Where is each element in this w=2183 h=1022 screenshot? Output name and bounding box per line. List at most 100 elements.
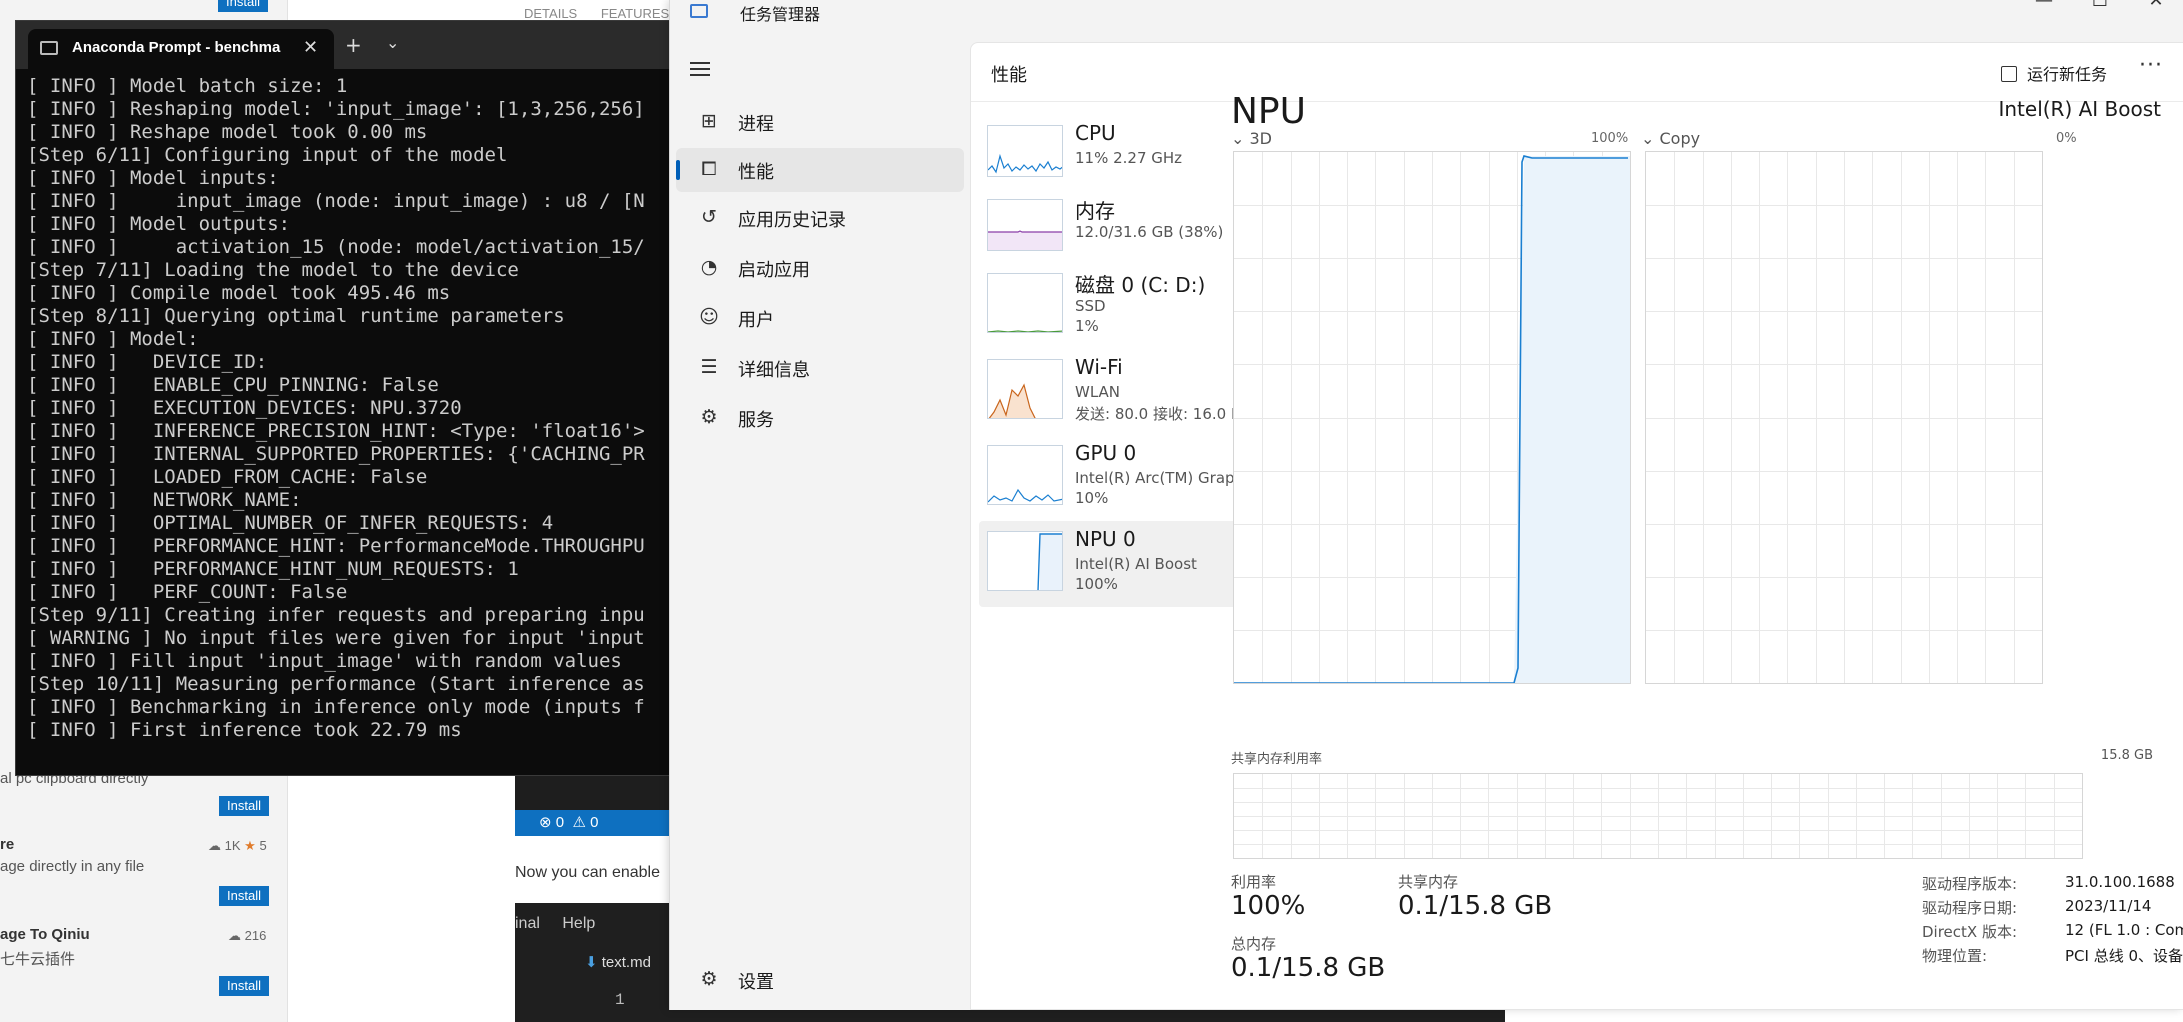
chevron-down-icon[interactable]: ⌄ [386, 33, 399, 52]
device-name: Wi-Fi [1075, 355, 1123, 379]
total-memory-label: 总内存 [1231, 935, 1277, 953]
nav-services[interactable]: ⚙ 服务 [676, 396, 964, 440]
editor-tab-label: text.md [601, 954, 651, 971]
window-titlebar: 任务管理器 — ☐ ✕ [670, 0, 2183, 26]
utilization-area [1514, 156, 1630, 683]
maximize-icon[interactable]: ☐ [2072, 0, 2128, 11]
shared-memory-max: 15.8 GB [2100, 748, 2153, 763]
terminal-line: [ INFO ] NETWORK_NAME: [27, 489, 302, 511]
nav-app-history[interactable]: ↺ 应用历史记录 [676, 196, 964, 240]
device-usage: 100% [1075, 575, 1118, 593]
nav-processes[interactable]: ⊞ 进程 [676, 100, 964, 144]
sparkline-fill [1040, 534, 1062, 590]
install-button[interactable]: Install [219, 796, 269, 816]
nav-label: 启动应用 [738, 260, 810, 281]
nav-details[interactable]: ☰ 详细信息 [676, 346, 964, 390]
terminal-line: [ INFO ] OPTIMAL_NUMBER_OF_INFER_REQUEST… [27, 512, 554, 534]
device-name: GPU 0 [1075, 441, 1137, 465]
menu-bar: inal Help [515, 915, 613, 933]
terminal-line: [Step 9/11] Creating infer requests and … [27, 604, 645, 626]
install-button[interactable]: Install [219, 976, 269, 996]
nav-performance[interactable]: ⧠ 性能 [676, 148, 964, 192]
extension-title: re [0, 836, 15, 853]
terminal-line: [ WARNING ] No input files were given fo… [27, 627, 645, 649]
nav-settings[interactable]: ⚙ 设置 [676, 958, 964, 1002]
terminal-line: [ INFO ] Reshape model took 0.00 ms [27, 121, 428, 143]
chevron-down-icon: ⌄ [1641, 129, 1655, 148]
extension-stats: ☁ 216 [228, 928, 266, 944]
terminal-line: [ INFO ] Fill input 'input_image' with r… [27, 650, 622, 672]
download-icon: ☁ [228, 928, 241, 943]
warning-count: 0 [590, 814, 599, 831]
terminal-line: [ INFO ] INFERENCE_PRECISION_HINT: <Type… [27, 420, 645, 442]
task-manager-window: 任务管理器 — ☐ ✕ ⊞ 进程 ⧠ 性能 ↺ 应用历史记录 ◔ 启动应用 ☺ 用户… [669, 0, 2183, 1010]
graph-selector-copy[interactable]: ⌄ Copy [1641, 129, 1700, 148]
device-name: NPU 0 [1075, 527, 1136, 551]
gpu-sparkline [988, 488, 1062, 503]
grid-icon: ⊞ [701, 110, 717, 132]
editor-tab[interactable]: ⬇ text.md [585, 953, 651, 971]
task-manager-icon [690, 4, 708, 18]
physical-location-key: 物理位置: [1922, 947, 1988, 965]
directx-version-key: DirectX 版本: [1922, 923, 2018, 941]
users-icon: ☺ [699, 306, 719, 328]
terminal-line: [ INFO ] PERFORMANCE_HINT_NUM_REQUESTS: … [27, 558, 519, 580]
terminal-line: [ INFO ] EXECUTION_DEVICES: NPU.3720 [27, 397, 462, 419]
new-task-icon [2001, 66, 2017, 82]
extension-stats: ☁ 1K ★ 5 [208, 838, 267, 854]
close-icon[interactable]: ✕ [2128, 0, 2183, 11]
window-controls: — ☐ ✕ [2016, 0, 2183, 11]
utilization-graph-copy [1645, 151, 2043, 684]
extension-description: 七牛云插件 [0, 951, 76, 968]
window-title: 任务管理器 [740, 5, 821, 24]
terminal-line: [Step 6/11] Configuring input of the mod… [27, 144, 508, 166]
close-tab-icon[interactable]: ✕ [303, 37, 318, 58]
markdown-file-icon: ⬇ [585, 954, 598, 971]
run-new-task-button[interactable]: 运行新任务 [2001, 61, 2107, 85]
nav-users[interactable]: ☺ 用户 [676, 296, 964, 340]
utilization-label: 利用率 [1231, 873, 1277, 891]
nav-label: 性能 [738, 162, 774, 183]
install-button[interactable]: Install [218, 0, 268, 12]
terminal-icon [40, 41, 58, 55]
wifi-sparkline [988, 383, 1036, 418]
new-tab-icon[interactable]: + [345, 33, 362, 57]
minimize-icon[interactable]: — [2016, 0, 2072, 11]
device-model: Intel(R) AI Boost [1998, 97, 2161, 121]
hamburger-menu-icon[interactable] [690, 62, 710, 76]
extension-detail-tabs: DETAILS FEATURES [524, 6, 689, 21]
memory-sparkline [988, 230, 1062, 250]
menu-help[interactable]: Help [562, 915, 595, 932]
graph-selector-3d[interactable]: ⌄ 3D [1231, 129, 1272, 148]
error-icon: ⊗ [539, 814, 552, 831]
graph-label-text: 3D [1249, 129, 1273, 148]
warning-icon: ⚠ [572, 814, 586, 831]
nav-label: 应用历史记录 [738, 210, 846, 231]
device-thumbnail-graph [987, 273, 1063, 333]
tab-features[interactable]: FEATURES [601, 6, 669, 21]
history-icon: ↺ [701, 206, 717, 228]
utilization-value: 100% [1231, 891, 1306, 921]
directx-version-value: 12 (FL 1.0 : Compute) [2065, 921, 2183, 939]
nav-label: 设置 [738, 972, 774, 993]
download-count: 1K [224, 838, 241, 853]
tab-details[interactable]: DETAILS [524, 6, 577, 21]
services-icon: ⚙ [700, 406, 718, 428]
menu-terminal[interactable]: inal [515, 915, 540, 932]
terminal-output[interactable]: [ INFO ] Model batch size: 1[ INFO ] Res… [27, 75, 645, 742]
more-options-icon[interactable]: ··· [2139, 53, 2163, 78]
driver-version-key: 驱动程序版本: [1922, 875, 2018, 893]
performance-icon: ⧠ [701, 158, 717, 180]
terminal-titlebar: Anaconda Prompt - benchma ✕ + ⌄ [16, 21, 684, 69]
terminal-tab[interactable]: Anaconda Prompt - benchma ✕ [28, 29, 334, 69]
install-button[interactable]: Install [219, 886, 269, 906]
device-name: 内存 [1075, 199, 1115, 223]
status-bar[interactable]: ⊗ 0 ⚠ 0 [515, 810, 675, 836]
terminal-line: [ INFO ] input_image (node: input_image)… [27, 190, 645, 212]
shared-memory-graph [1233, 773, 2083, 859]
terminal-line: [ INFO ] Model: [27, 328, 199, 350]
nav-startup-apps[interactable]: ◔ 启动应用 [676, 246, 964, 290]
npu-sparkline [1037, 533, 1062, 590]
graph-3d-svg [1234, 152, 1630, 684]
driver-version-value: 31.0.100.1688 [2065, 873, 2175, 891]
